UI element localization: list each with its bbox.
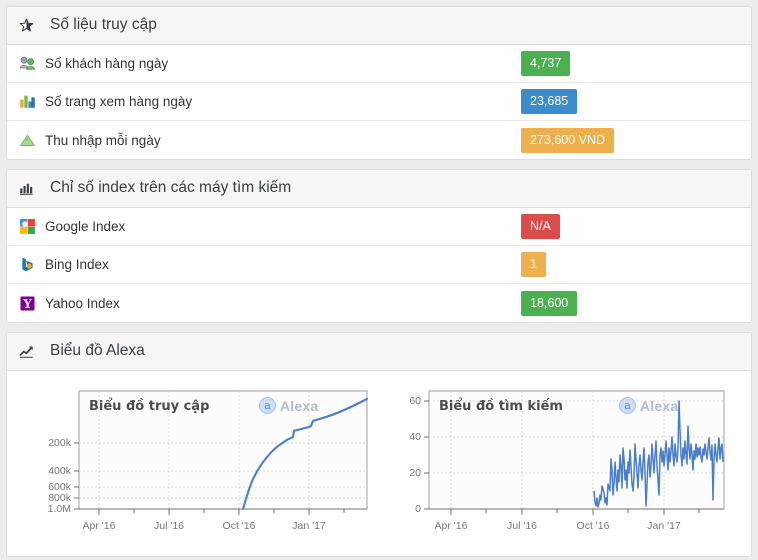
- y-tick-label: 20: [409, 467, 421, 479]
- users-group-icon: [19, 55, 36, 72]
- search-index-panel: Chỉ số index trên các máy tìm kiếm Googl…: [6, 169, 752, 323]
- money-bag-icon: [19, 132, 36, 149]
- alexa-badge-icon: a: [259, 397, 276, 414]
- google-icon: [19, 218, 36, 235]
- list-item-label: Google Index: [45, 219, 126, 234]
- traffic-stats-header: Số liệu truy cập: [7, 7, 751, 45]
- half-star-icon: [19, 18, 34, 33]
- chart-title: Biểu đồ tìm kiếm: [439, 399, 563, 414]
- list-item[interactable]: Google Index N/A: [7, 208, 751, 246]
- y-tick-label: 400k: [48, 465, 71, 477]
- y-tick-label: 60: [409, 395, 421, 407]
- search-index-header: Chỉ số index trên các máy tìm kiếm: [7, 170, 751, 208]
- badge-cell: 1: [521, 252, 739, 277]
- traffic-stats-list: Số khách hàng ngày 4,737 Số trang xem hà…: [7, 45, 751, 159]
- status-badge: 4,737: [521, 51, 571, 76]
- search-index-list: Google Index N/A Bing Index 1 Y Yahoo In…: [7, 208, 751, 322]
- y-tick-label: 40: [409, 431, 421, 443]
- y-tick-label: 1.0M: [47, 503, 71, 515]
- svg-text:Y: Y: [22, 296, 32, 310]
- status-badge: 18,600: [521, 290, 578, 316]
- status-badge: 23,685: [521, 89, 578, 114]
- alexa-watermark: a Alexa: [259, 397, 318, 414]
- alexa-watermark: a Alexa: [619, 397, 678, 414]
- x-tick-label: Jan '17: [292, 520, 326, 532]
- alexa-watermark-text: Alexa: [640, 397, 679, 414]
- y-tick-label: 0: [415, 503, 421, 515]
- chart-title: Biểu đồ truy cập: [89, 399, 210, 414]
- list-item-label: Yahoo Index: [45, 295, 120, 311]
- x-tick-label: Jul '16: [153, 520, 185, 532]
- yahoo-icon: Y: [19, 295, 36, 312]
- x-tick-label: Oct '16: [222, 520, 256, 532]
- panel-title: Chỉ số index trên các máy tìm kiếm: [50, 179, 292, 196]
- list-item[interactable]: Số khách hàng ngày 4,737: [7, 45, 751, 83]
- line-chart-icon: [19, 344, 34, 359]
- bar-chart-icon: [19, 181, 34, 196]
- list-item-label: Bing Index: [45, 257, 109, 272]
- status-badge: 273,600 VND: [521, 127, 615, 153]
- badge-cell: 23,685: [521, 89, 739, 114]
- x-tick-label: Apr '16: [82, 520, 116, 532]
- list-item[interactable]: Bing Index 1: [7, 246, 751, 284]
- bar-chart-icon: [19, 93, 36, 110]
- badge-cell: 18,600: [521, 290, 739, 316]
- list-item[interactable]: Số trang xem hàng ngày 23,685: [7, 83, 751, 121]
- panel-title: Biểu đồ Alexa: [50, 342, 145, 359]
- alexa-watermark-text: Alexa: [280, 397, 319, 414]
- alexa-charts-header: Biểu đồ Alexa: [7, 333, 751, 371]
- x-tick-label: Jan '17: [647, 520, 681, 532]
- search-visits-chart: Biểu đồ tìm kiếm a Alexa 60 40 20 0 Apr …: [381, 387, 741, 542]
- badge-cell: 4,737: [521, 51, 739, 76]
- list-item[interactable]: Thu nhập mỗi ngày 273,600 VND: [7, 121, 751, 159]
- alexa-charts-body: Biểu đồ truy cập a Alexa 200k 400k 600k …: [7, 371, 751, 556]
- alexa-badge-icon: a: [619, 397, 636, 414]
- alexa-charts-panel: Biểu đồ Alexa Biểu đồ truy cập a Alexa 2…: [6, 332, 752, 557]
- x-tick-label: Oct '16: [576, 520, 610, 532]
- list-item[interactable]: Y Yahoo Index 18,600: [7, 284, 751, 322]
- panel-title: Số liệu truy cập: [50, 16, 157, 33]
- list-item-label: Số trang xem hàng ngày: [45, 94, 193, 109]
- traffic-rank-chart: Biểu đồ truy cập a Alexa 200k 400k 600k …: [17, 387, 377, 542]
- y-tick-label: 200k: [48, 437, 71, 449]
- list-item-label: Thu nhập mỗi ngày: [45, 132, 161, 148]
- badge-cell: 273,600 VND: [521, 127, 739, 153]
- list-item-label: Số khách hàng ngày: [45, 56, 169, 71]
- status-badge: N/A: [521, 214, 560, 239]
- badge-cell: N/A: [521, 214, 739, 239]
- status-badge: 1: [521, 252, 546, 277]
- x-tick-label: Apr '16: [434, 520, 468, 532]
- traffic-stats-panel: Số liệu truy cập Số khách hàng ngày 4,73…: [6, 6, 752, 160]
- bing-icon: [19, 256, 36, 273]
- dashboard-page: Số liệu truy cập Số khách hàng ngày 4,73…: [0, 0, 758, 560]
- x-tick-label: Jul '16: [506, 520, 538, 532]
